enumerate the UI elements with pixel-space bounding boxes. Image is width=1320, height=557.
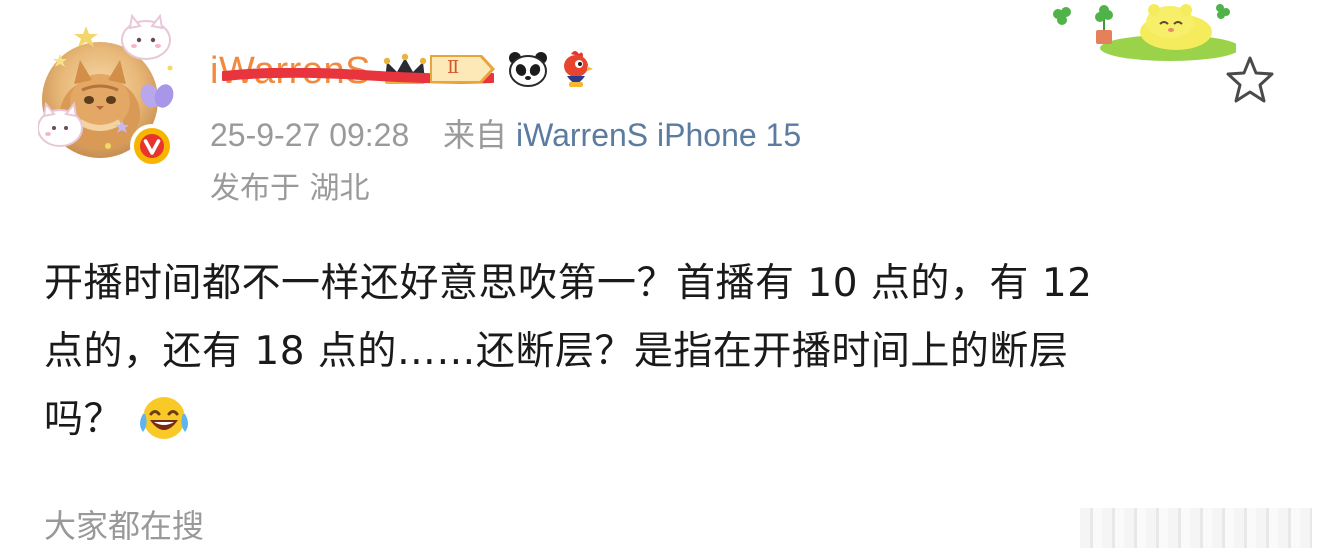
post-timestamp: 25-9-27 09:28 — [210, 117, 410, 153]
post-location: 发布于 湖北 — [210, 171, 370, 206]
post-meta: 25-9-27 09:28 来自 iWarrenS iPhone 15 — [210, 113, 801, 157]
panda-icon — [507, 50, 549, 92]
card-decoration — [1053, 4, 1236, 61]
post-text: 开播时间都不一样还好意思吹第一？首播有 10 点的，有 12 点的，还有 18 … — [44, 250, 1284, 464]
username[interactable]: iWarrenS — [210, 46, 494, 96]
post-text-line: 吗？ — [44, 397, 124, 442]
blurred-trending-items — [1080, 508, 1312, 548]
trending-search-label[interactable]: 大家都在搜 — [44, 504, 204, 548]
post-text-line: 开播时间都不一样还好意思吹第一？首播有 10 点的，有 12 — [44, 261, 1093, 306]
verified-v-icon — [130, 124, 174, 168]
source-prefix: 来自 — [443, 117, 508, 153]
username-row: iWarrenS Ⅱ — [210, 46, 593, 96]
chicken-icon — [559, 48, 593, 94]
avatar-container[interactable] — [38, 12, 180, 168]
post-text-line: 点的，还有 18 点的……还断层？是指在开播时间上的断层 — [44, 329, 1069, 374]
post-text-line-last: 吗？ — [44, 386, 1284, 464]
weibo-post-card: iWarrenS Ⅱ 25-9-27 09:28 来自 iWarrenS iPh… — [0, 0, 1320, 557]
favorite-button[interactable] — [1224, 54, 1276, 106]
level-badge-icon: Ⅱ — [429, 52, 497, 90]
post-source-link[interactable]: iWarrenS iPhone 15 — [516, 117, 801, 153]
laughing-tears-emoji-icon — [137, 394, 191, 464]
star-outline-icon — [1226, 56, 1274, 103]
level-badge-text: Ⅱ — [446, 57, 460, 78]
